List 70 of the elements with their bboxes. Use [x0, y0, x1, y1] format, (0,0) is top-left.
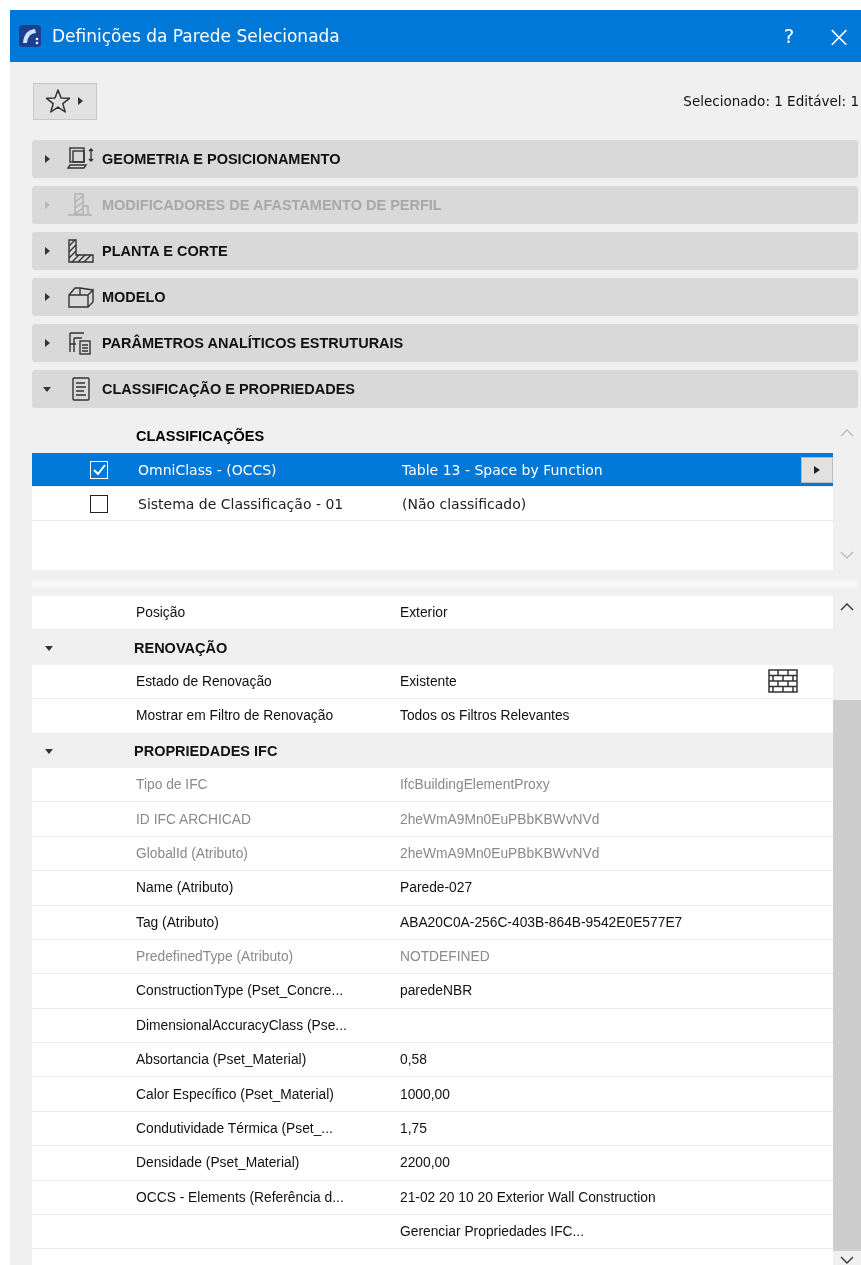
scroll-up-icon[interactable] [840, 602, 854, 612]
caret-icon [42, 200, 52, 210]
section-header[interactable]: MODELO [32, 278, 858, 316]
brick-wall-icon[interactable] [768, 669, 798, 694]
property-label: Tipo de IFC [136, 777, 209, 793]
caret-icon [77, 96, 85, 106]
caret-icon [42, 246, 52, 256]
star-icon [45, 88, 71, 114]
classification-name: Sistema de Classificação - 01 [138, 495, 345, 512]
caret-icon [42, 154, 52, 164]
scroll-down-icon[interactable] [840, 1255, 854, 1265]
property-value: 2200,00 [400, 1155, 451, 1171]
section-header[interactable]: PARÂMETROS ANALÍTICOS ESTRUTURAIS [32, 324, 858, 362]
classification-value: Table 13 - Space by Function [402, 461, 604, 478]
property-value: 0,58 [400, 1052, 428, 1068]
property-label: Estado de Renovação [136, 673, 273, 689]
caret-icon [42, 338, 52, 348]
classifications-heading: CLASSIFICAÇÕES [32, 418, 833, 453]
classification-row[interactable]: OmniClass - (OCCS) Table 13 - Space by Function [32, 453, 833, 487]
property-value: IfcBuildingElementProxy [400, 777, 551, 793]
box-arrow-icon [66, 146, 96, 172]
property-group-header[interactable]: RENOVAÇÃO [32, 630, 833, 665]
favorites-button[interactable] [33, 82, 97, 120]
box-icon [66, 284, 96, 310]
property-label: Absortancia (Pset_Material) [136, 1052, 308, 1068]
classification-row[interactable]: Sistema de Classificação - 01 (Não classificado) [32, 487, 833, 521]
property-label: DimensionalAccuracyClass (Pse... [136, 1017, 348, 1033]
property-value: 1,75 [400, 1121, 428, 1137]
property-value: paredeNBR [400, 983, 474, 999]
property-value: Existente [400, 673, 458, 689]
selection-status: Selecionado: 1 Editável: 1 [683, 93, 860, 109]
property-label: Posição [136, 605, 187, 621]
section-header[interactable]: CLASSIFICAÇÃO E PROPRIEDADES [32, 370, 858, 408]
scrollbar-thumb[interactable] [833, 700, 861, 1251]
property-label: ID IFC ARCHICAD [136, 811, 252, 827]
property-label: GlobalId (Atributo) [136, 845, 249, 861]
property-label: OCCS - Elements (Referência d... [136, 1189, 345, 1205]
property-label: Calor Específico (Pset_Material) [136, 1086, 335, 1102]
property-label: Condutividade Térmica (Pset_... [136, 1121, 334, 1137]
close-button[interactable]: × [817, 10, 861, 62]
property-label: Densidade (Pset_Material) [136, 1155, 301, 1171]
property-group-header[interactable]: PROPRIEDADES IFC [32, 733, 833, 768]
window-title: Definições da Parede Selecionada [52, 26, 340, 46]
section-header[interactable]: PLANTA E CORTE [32, 232, 858, 270]
property-value: ABA20C0A-256C-403B-864B-9542E0E577E7 [400, 914, 684, 930]
property-value: Exterior [400, 605, 449, 621]
classification-value: (Não classificado) [402, 495, 528, 512]
caret-icon [42, 292, 52, 302]
property-label: PredefinedType (Atributo) [136, 949, 295, 965]
property-value: Parede-027 [400, 880, 474, 896]
checkbox[interactable] [90, 494, 108, 513]
property-value: 2heWmA9Mn0EuPBbKBWvNVd [400, 845, 601, 861]
property-value: 2heWmA9Mn0EuPBbKBWvNVd [400, 811, 601, 827]
property-value: 1000,00 [400, 1086, 451, 1102]
section-header[interactable]: GEOMETRIA E POSICIONAMENTO [32, 140, 858, 178]
app-logo-icon [18, 24, 42, 48]
manage-properties-link[interactable]: Gerenciar Propriedades IFC... [400, 1224, 833, 1240]
property-label: Tag (Atributo) [136, 914, 220, 930]
property-value: NOTDEFINED [400, 949, 491, 965]
hatched-section-icon [66, 238, 96, 264]
property-label: Mostrar em Filtro de Renovação [136, 708, 335, 724]
caret-icon [42, 384, 52, 394]
expand-arrow-button[interactable] [801, 456, 833, 483]
property-label: Name (Atributo) [136, 880, 235, 896]
property-label: ConstructionType (Pset_Concre... [136, 983, 345, 999]
caret-icon [813, 464, 821, 475]
property-value: Todos os Filtros Relevantes [400, 708, 571, 724]
help-button[interactable]: ? [761, 10, 817, 62]
property-value: 21-02 20 10 20 Exterior Wall Construction [400, 1189, 657, 1205]
classification-name: OmniClass - (OCCS) [138, 461, 278, 478]
